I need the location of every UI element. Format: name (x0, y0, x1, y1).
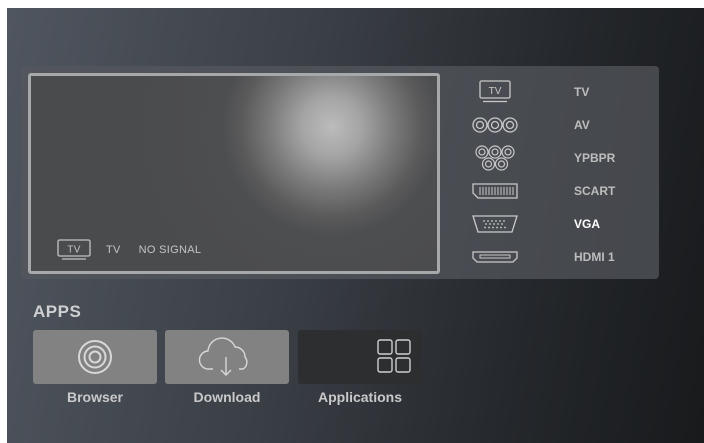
no-signal-text: NO SIGNAL (138, 244, 202, 256)
source-preview-window: TV TV NO SIGNAL (28, 73, 440, 274)
input-source-panel: TV TV NO SIGNAL TV TV AV YPBPR SCART VGA… (21, 66, 659, 279)
source-tv-icon-text: TV (489, 86, 502, 97)
source-item-vga[interactable]: VGA (468, 209, 648, 239)
hdmi-connector-icon (472, 251, 518, 263)
source-item-av[interactable]: AV (468, 110, 648, 140)
source-item-hdmi-1[interactable]: HDMI 1 (468, 242, 648, 272)
source-label-tv: TV (574, 85, 590, 99)
tv-icon: TV (57, 239, 91, 260)
preview-info-bar: TV TV NO SIGNAL (56, 239, 202, 260)
app-tile-download[interactable] (165, 330, 289, 384)
app-label-download: Download (193, 389, 261, 405)
tv-icon: TV (479, 80, 511, 103)
preview-tv-icon-text: TV (67, 245, 80, 256)
vga-connector-icon (472, 215, 518, 233)
app-tile-applications[interactable] (298, 330, 422, 384)
av-rca-icon (472, 117, 518, 133)
source-item-ypbpr[interactable]: YPBPR (468, 143, 648, 173)
source-item-tv[interactable]: TV TV (468, 77, 648, 107)
app-grid-icon (377, 339, 411, 373)
source-label-ypbpr: YPBPR (574, 151, 616, 165)
source-label-hdmi-1: HDMI 1 (574, 250, 615, 264)
app-label-applications: Applications (317, 389, 402, 405)
app-tile-browser[interactable] (33, 330, 157, 384)
source-label-vga: VGA (574, 217, 601, 231)
source-label-scart: SCART (574, 184, 616, 198)
apps-section-title: APPS (33, 302, 82, 321)
source-label-av: AV (574, 118, 590, 132)
preview-source-label: TV (106, 244, 121, 256)
source-list: TV TV AV YPBPR SCART VGA HDMI 1 (468, 74, 648, 270)
scart-connector-icon (472, 183, 518, 199)
app-label-browser: Browser (66, 389, 124, 405)
ypbpr-component-icon (475, 145, 515, 171)
tv-screen: TV TV NO SIGNAL TV TV AV YPBPR SCART VGA… (7, 8, 704, 443)
cloud-download-icon (198, 337, 248, 376)
source-item-scart[interactable]: SCART (468, 176, 648, 206)
browser-icon (78, 340, 112, 374)
